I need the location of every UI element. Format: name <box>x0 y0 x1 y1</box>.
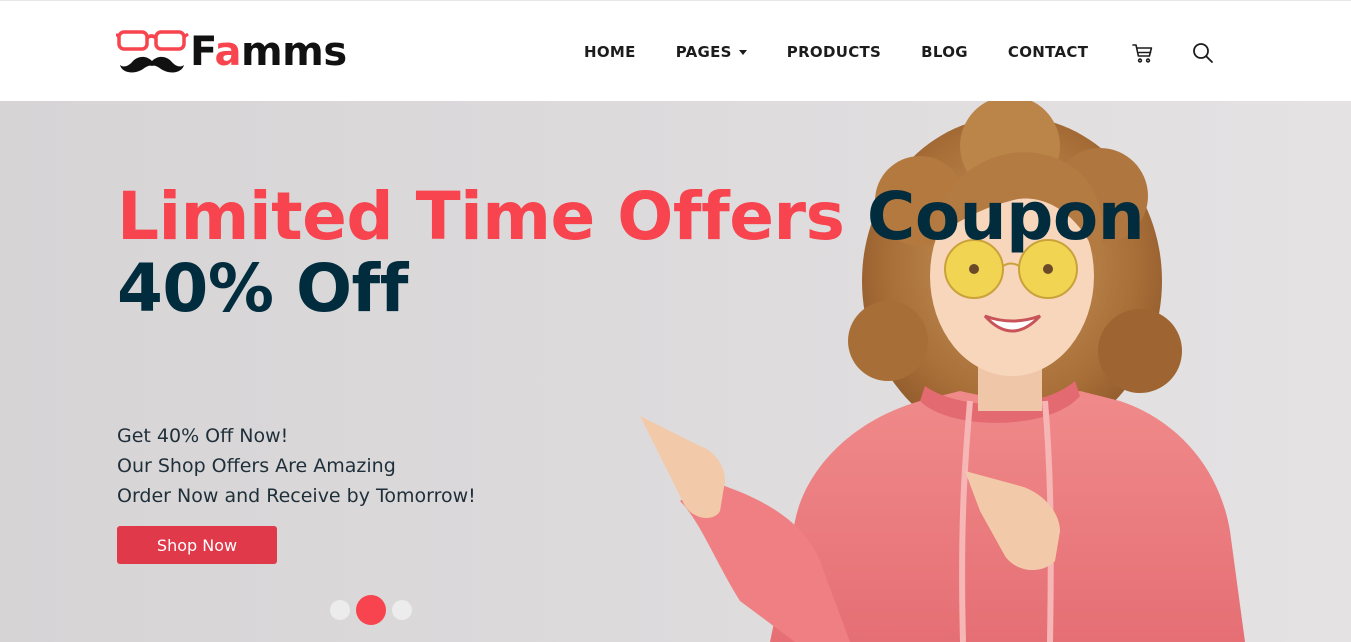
slider-dot[interactable] <box>330 600 350 620</box>
glasses-mustache-icon <box>114 28 192 76</box>
cart-icon[interactable] <box>1131 41 1155 65</box>
search-icon[interactable] <box>1191 41 1215 65</box>
hero-line: Get 40% Off Now! <box>117 425 289 447</box>
nav-pages-label: PAGES <box>675 42 732 61</box>
main-nav: HOME PAGES PRODUCTS BLOG CONTACT <box>584 1 1088 102</box>
nav-products[interactable]: PRODUCTS <box>787 43 881 61</box>
hero-description: Get 40% Off Now! Our Shop Offers Are Ama… <box>117 421 476 511</box>
headline-coupon: Coupon <box>866 178 1145 255</box>
caret-down-icon <box>738 49 747 55</box>
hero-line: Order Now and Receive by Tomorrow! <box>117 485 476 507</box>
slider-pagination <box>330 595 412 625</box>
slider-dot[interactable] <box>392 600 412 620</box>
brand-logo[interactable]: Famms <box>114 27 376 77</box>
site-header: Famms HOME PAGES PRODUCTS BLOG CONTACT <box>0 0 1351 101</box>
nav-contact[interactable]: CONTACT <box>1008 43 1088 61</box>
brand-name: Famms <box>190 29 347 75</box>
hero-headline: Limited Time Offers Coupon 40% Off <box>117 178 1145 327</box>
headline-highlight: Limited Time Offers <box>117 178 845 255</box>
hero-line: Our Shop Offers Are Amazing <box>117 455 396 477</box>
nav-pages[interactable]: PAGES <box>676 43 747 61</box>
shop-now-button[interactable]: Shop Now <box>117 526 277 564</box>
nav-home[interactable]: HOME <box>584 43 636 61</box>
nav-blog[interactable]: BLOG <box>921 43 968 61</box>
headline-discount: 40% Off <box>117 250 409 327</box>
hero-slider: Limited Time Offers Coupon 40% Off Get 40… <box>0 101 1351 642</box>
slider-dot-active[interactable] <box>356 595 386 625</box>
